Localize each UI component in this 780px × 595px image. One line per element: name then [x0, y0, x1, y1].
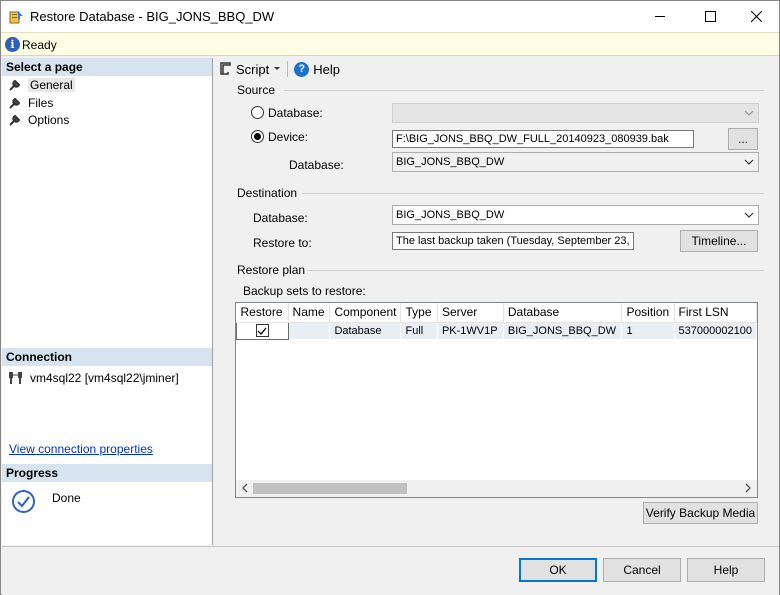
maximize-icon	[704, 11, 716, 22]
wrench-icon	[9, 114, 21, 126]
destination-group-label: Destination	[237, 186, 298, 200]
progress-header: Progress	[2, 464, 212, 482]
source-database-value: BIG_JONS_BBQ_DW	[396, 156, 505, 168]
table-header-row: Restore Name Component Type Server Datab…	[236, 303, 758, 323]
chevron-down-icon	[744, 159, 754, 165]
page-item-label: Files	[28, 95, 54, 110]
dialog-button-bar: OK Cancel Help	[2, 546, 779, 595]
script-icon	[220, 62, 231, 75]
verify-backup-media-button[interactable]: Verify Backup Media	[643, 502, 758, 524]
cancel-button[interactable]: Cancel	[603, 558, 681, 582]
cell-position: 1	[621, 322, 675, 339]
column-header-database[interactable]: Database	[503, 303, 623, 323]
restore-plan-group-label: Restore plan	[237, 263, 306, 277]
cell-server: PK-1WV1P	[437, 322, 504, 339]
scroll-right-icon[interactable]	[743, 483, 753, 493]
toolbar: Script ? Help	[214, 58, 779, 80]
column-header-first-lsn[interactable]: First LSN	[674, 303, 758, 323]
ok-button[interactable]: OK	[519, 558, 597, 582]
column-header-restore[interactable]: Restore	[236, 303, 289, 323]
destination-database-value: BIG_JONS_BBQ_DW	[396, 209, 505, 221]
progress-status: Done	[52, 491, 81, 505]
restore-checkbox[interactable]	[255, 324, 269, 337]
source-database-radio-label: Database:	[268, 106, 323, 120]
close-button[interactable]	[733, 1, 779, 32]
status-text: Ready	[22, 38, 57, 52]
progress-done-icon	[12, 490, 35, 513]
device-path-field[interactable]: F:\BIG_JONS_BBQ_DW_FULL_20140923_080939.…	[392, 130, 694, 148]
dropdown-arrow-icon[interactable]	[273, 66, 281, 72]
restore-to-label: Restore to:	[253, 236, 312, 250]
scrollbar-thumb[interactable]	[253, 483, 407, 494]
info-icon: i	[5, 37, 20, 52]
help-label: Help	[313, 61, 340, 77]
restore-database-window: Restore Database - BIG_JONS_BBQ_DW i Rea…	[0, 0, 780, 595]
page-item-label: Options	[28, 112, 70, 127]
group-divider	[284, 90, 764, 91]
chevron-down-icon	[744, 212, 754, 218]
view-connection-properties-link[interactable]: View connection properties	[9, 442, 153, 456]
maximize-button[interactable]	[687, 1, 733, 32]
cell-type: Full	[400, 322, 438, 339]
minimize-icon	[654, 16, 665, 17]
help-button[interactable]: Help	[687, 558, 765, 582]
database-restore-icon	[9, 11, 23, 24]
close-icon	[750, 11, 762, 22]
column-header-component[interactable]: Component	[329, 303, 402, 323]
restore-to-field[interactable]: The last backup taken (Tuesday, Septembe…	[392, 232, 634, 250]
backup-sets-table: Restore Name Component Type Server Datab…	[236, 303, 758, 340]
restore-checkbox-cell[interactable]	[236, 321, 289, 340]
source-database-radio[interactable]	[251, 106, 264, 119]
source-database-label: Database:	[289, 158, 344, 172]
select-page-header: Select a page	[2, 58, 212, 76]
title-bar: Restore Database - BIG_JONS_BBQ_DW	[1, 1, 779, 32]
browse-device-button[interactable]: ...	[728, 128, 758, 150]
cell-first-lsn: 537000002100	[674, 322, 757, 339]
source-group-label: Source	[237, 83, 276, 97]
source-device-radio-label: Device:	[268, 130, 309, 144]
horizontal-scrollbar[interactable]	[236, 480, 757, 497]
destination-database-select[interactable]: BIG_JONS_BBQ_DW	[392, 205, 759, 225]
left-pane: Select a page General Files Options Conn…	[2, 58, 213, 545]
cell-name	[288, 322, 330, 339]
page-item-label: General	[28, 77, 75, 92]
timeline-button[interactable]: Timeline...	[680, 230, 758, 252]
help-icon: ?	[294, 61, 310, 77]
scroll-left-icon[interactable]	[240, 483, 250, 493]
help-toolbar-button[interactable]: ? Help	[290, 61, 344, 77]
toolbar-separator	[287, 61, 289, 77]
backup-sets-label: Backup sets to restore:	[243, 284, 366, 298]
connection-info: vm4sql22 [vm4sql22\jminer]	[8, 371, 179, 385]
page-item-options[interactable]: Options	[8, 111, 69, 128]
source-database-select[interactable]: BIG_JONS_BBQ_DW	[392, 152, 759, 172]
column-header-name[interactable]: Name	[288, 303, 331, 323]
server-connection-icon	[9, 372, 22, 384]
wrench-icon	[9, 97, 21, 109]
minimize-button[interactable]	[637, 1, 683, 32]
right-pane: Script ? Help Source Database: Device: F…	[214, 58, 779, 545]
destination-database-label: Database:	[253, 211, 308, 225]
source-device-radio[interactable]	[251, 130, 264, 143]
script-button[interactable]: Script	[214, 62, 285, 77]
chevron-down-icon	[744, 110, 754, 116]
table-row[interactable]: Database Full PK-1WV1P BIG_JONS_BBQ_DW 1…	[236, 321, 757, 340]
source-database-select-disabled[interactable]	[392, 103, 759, 123]
column-header-type[interactable]: Type	[400, 303, 438, 323]
column-header-server[interactable]: Server	[437, 303, 504, 323]
page-item-files[interactable]: Files	[8, 94, 53, 111]
cell-database: BIG_JONS_BBQ_DW	[503, 322, 622, 339]
cell-component: Database	[329, 322, 401, 339]
group-divider	[307, 270, 764, 271]
column-header-position[interactable]: Position	[621, 303, 675, 323]
script-label: Script	[236, 61, 270, 77]
page-item-general[interactable]: General	[8, 76, 75, 93]
status-bar: i Ready	[1, 32, 779, 56]
backup-sets-grid[interactable]: Restore Name Component Type Server Datab…	[235, 302, 758, 498]
checkmark-icon	[257, 327, 267, 335]
group-divider	[302, 193, 764, 194]
window-title: Restore Database - BIG_JONS_BBQ_DW	[30, 9, 275, 24]
connection-value: vm4sql22 [vm4sql22\jminer]	[30, 371, 179, 385]
connection-header: Connection	[2, 348, 212, 366]
wrench-icon	[9, 79, 21, 91]
